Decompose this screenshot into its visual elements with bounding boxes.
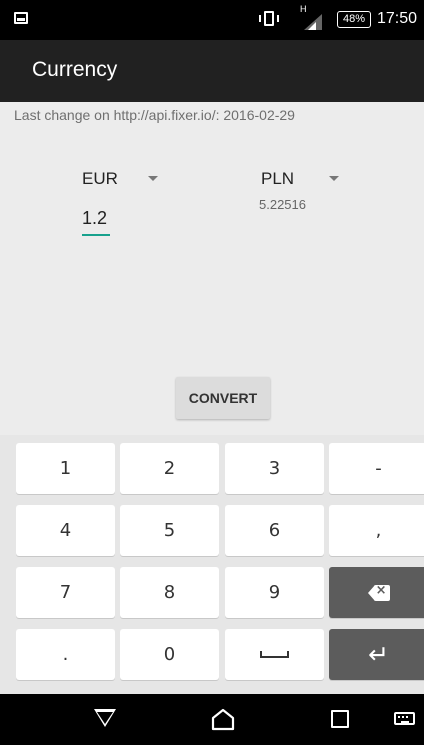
key-0[interactable]: 0 bbox=[120, 629, 219, 680]
backspace-icon: × bbox=[367, 583, 390, 601]
key-8[interactable]: 8 bbox=[120, 567, 219, 618]
vibrate-icon bbox=[259, 11, 279, 26]
convert-button[interactable]: CONVERT bbox=[176, 377, 270, 419]
navigation-bar bbox=[0, 694, 424, 745]
key-6[interactable]: 6 bbox=[225, 505, 324, 556]
app-bar: Currency bbox=[0, 40, 424, 102]
key-comma[interactable]: , bbox=[329, 505, 424, 556]
conversion-result: 5.22516 bbox=[259, 197, 306, 212]
amount-input[interactable] bbox=[82, 206, 110, 230]
key-7[interactable]: 7 bbox=[16, 567, 115, 618]
key-2[interactable]: 2 bbox=[120, 443, 219, 494]
currency-converter-screen: H 48% 17:50 Currency Last change on http… bbox=[0, 0, 424, 745]
back-icon[interactable] bbox=[94, 709, 116, 727]
battery-icon: 48% bbox=[337, 11, 371, 28]
key-3[interactable]: 3 bbox=[225, 443, 324, 494]
page-title: Currency bbox=[32, 58, 118, 81]
keyboard-icon[interactable] bbox=[394, 712, 415, 725]
status-bar: H 48% 17:50 bbox=[0, 0, 424, 40]
from-currency-select[interactable]: EUR bbox=[82, 169, 118, 189]
amount-input-underline bbox=[82, 234, 110, 236]
backspace-key[interactable]: × bbox=[329, 567, 424, 618]
network-type-label: H bbox=[300, 4, 307, 14]
notification-image-icon bbox=[14, 12, 28, 24]
from-currency-chevron-down-icon[interactable] bbox=[148, 176, 158, 181]
last-change-text: Last change on http://api.fixer.io/: 201… bbox=[14, 107, 295, 123]
recents-icon[interactable] bbox=[331, 710, 349, 728]
key-1[interactable]: 1 bbox=[16, 443, 115, 494]
key-9[interactable]: 9 bbox=[225, 567, 324, 618]
key-4[interactable]: 4 bbox=[16, 505, 115, 556]
enter-icon: ↵ bbox=[368, 640, 389, 669]
to-currency-chevron-down-icon[interactable] bbox=[329, 176, 339, 181]
signal-strength-icon bbox=[308, 22, 316, 30]
key-minus[interactable]: - bbox=[329, 443, 424, 494]
to-currency-select[interactable]: PLN bbox=[261, 169, 294, 189]
status-time: 17:50 bbox=[377, 10, 418, 27]
key-5[interactable]: 5 bbox=[120, 505, 219, 556]
numeric-keyboard: 1 2 3 - 4 5 6 , 7 8 9 × . 0 ↵ bbox=[0, 435, 424, 694]
home-icon[interactable] bbox=[211, 708, 235, 731]
enter-key[interactable]: ↵ bbox=[329, 629, 424, 680]
space-key[interactable] bbox=[225, 629, 324, 680]
space-icon bbox=[260, 651, 289, 658]
key-decimal[interactable]: . bbox=[16, 629, 115, 680]
